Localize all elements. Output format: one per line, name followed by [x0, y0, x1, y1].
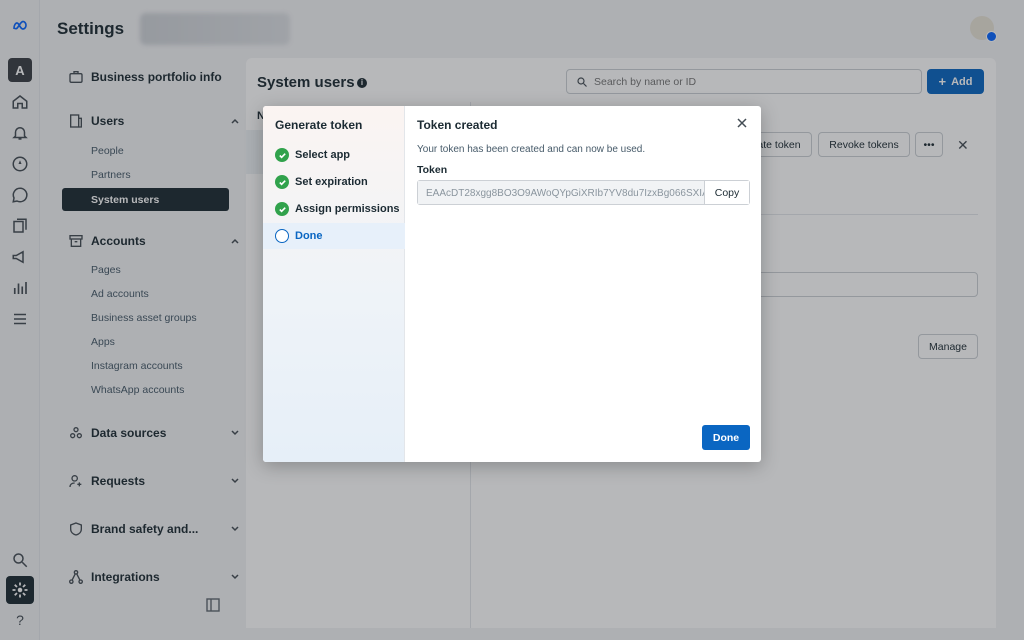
steps-title: Generate token: [275, 118, 363, 132]
step-select-app: Select app: [263, 142, 405, 168]
token-value[interactable]: EAAcDT28xgg8BO3O9AWoQYpGiXRIb7YV8du7IzxB…: [418, 181, 704, 204]
generate-token-dialog: Generate token Select app Set expiration…: [263, 106, 761, 462]
token-label: Token: [417, 164, 448, 176]
copy-button[interactable]: Copy: [704, 181, 749, 204]
modal-title: Token created: [417, 118, 498, 132]
modal-description: Your token has been created and can now …: [417, 144, 646, 155]
step-done: Done: [263, 223, 405, 249]
check-circle-icon: [275, 148, 289, 162]
steps-panel: Generate token Select app Set expiration…: [263, 106, 405, 462]
check-circle-icon: [275, 175, 289, 189]
modal-body: Token created Your token has been create…: [405, 106, 761, 462]
token-field: EAAcDT28xgg8BO3O9AWoQYpGiXRIb7YV8du7IzxB…: [417, 180, 750, 205]
done-button[interactable]: Done: [702, 425, 750, 450]
circle-icon: [275, 229, 289, 243]
step-assign-permissions: Assign permissions: [263, 196, 405, 222]
step-label: Assign permissions: [295, 203, 400, 215]
step-label: Done: [295, 230, 323, 242]
step-label: Set expiration: [295, 176, 368, 188]
step-label: Select app: [295, 149, 351, 161]
check-circle-icon: [275, 202, 289, 216]
step-set-expiration: Set expiration: [263, 169, 405, 195]
close-icon[interactable]: [735, 116, 749, 130]
